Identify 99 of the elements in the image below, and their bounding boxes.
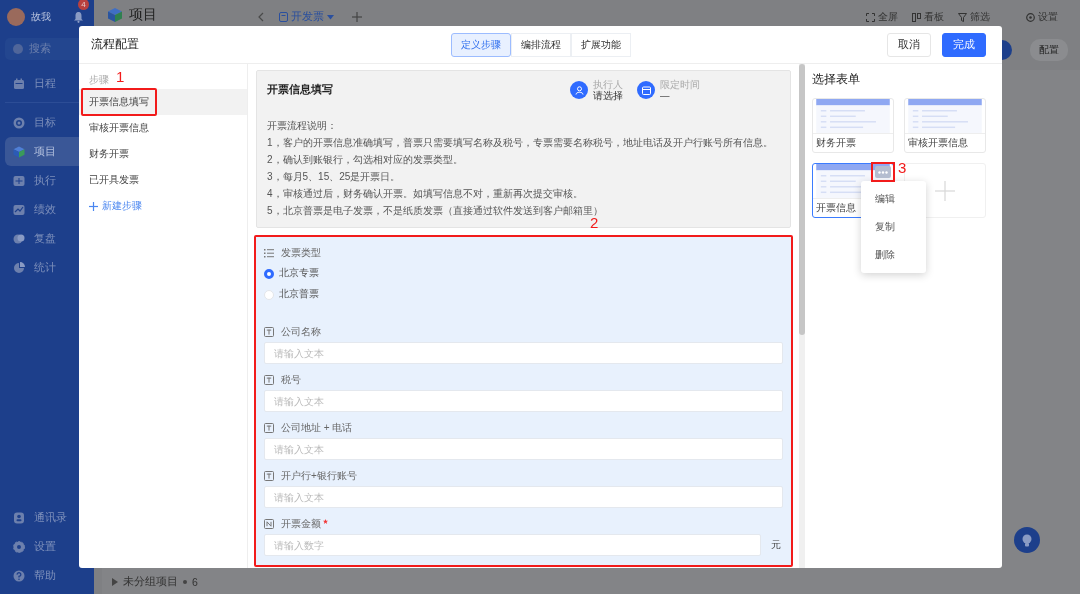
nav-item[interactable]: 日程 bbox=[5, 69, 89, 98]
description-line: 4，审核通过后，财务确认开票。如填写信息不对，重新再次提交审核。 bbox=[267, 187, 584, 201]
lightbulb-icon bbox=[1022, 533, 1032, 547]
nav-item[interactable]: 帮助 bbox=[5, 561, 89, 590]
avatar[interactable] bbox=[7, 8, 25, 26]
caret-icon bbox=[327, 14, 334, 20]
nav-item[interactable]: 设置 bbox=[5, 532, 89, 561]
pie-icon bbox=[13, 261, 25, 274]
tab[interactable]: 编排流程 bbox=[510, 32, 571, 57]
plus-icon bbox=[89, 201, 98, 211]
board-icon bbox=[912, 12, 921, 22]
plus-icon[interactable] bbox=[352, 12, 362, 22]
unit-label: 元 bbox=[771, 538, 782, 552]
person-button[interactable] bbox=[570, 81, 588, 99]
toolbar-button[interactable]: 全屏 bbox=[866, 10, 898, 24]
input-field[interactable]: 请输入文本 bbox=[264, 486, 783, 508]
gear-icon bbox=[13, 540, 25, 553]
nav-item[interactable]: 统计 bbox=[5, 253, 89, 282]
field-label: 公司名称 bbox=[281, 325, 321, 339]
input-field[interactable]: 请输入数字 bbox=[264, 534, 761, 556]
contact-icon bbox=[13, 511, 25, 524]
menu-item[interactable]: 复制 bbox=[861, 213, 926, 241]
description-line: 5，北京普票是电子发票，不是纸质发票（直接通过软件发送到客户邮箱里） bbox=[267, 204, 604, 218]
list-icon bbox=[264, 248, 274, 258]
toolbar-button[interactable]: 筛选 bbox=[958, 10, 990, 24]
config-button[interactable]: 配置 bbox=[1030, 39, 1068, 61]
loop-icon bbox=[13, 232, 25, 245]
annotation-number: 3 bbox=[898, 160, 907, 175]
menu-item[interactable]: 编辑 bbox=[861, 185, 926, 213]
meta-label: 执行人 bbox=[593, 79, 623, 90]
dialog-title: 流程配置 bbox=[90, 36, 139, 53]
bell-icon[interactable] bbox=[73, 11, 84, 23]
field-label: 公司地址 + 电话 bbox=[281, 421, 353, 435]
calendar-icon bbox=[641, 85, 651, 95]
cancel-button[interactable]: 取消 bbox=[887, 32, 931, 57]
radio-option[interactable]: 北京专票 bbox=[264, 263, 783, 284]
toolbar-button[interactable]: 看板 bbox=[912, 10, 944, 24]
input-field[interactable]: 请输入文本 bbox=[264, 390, 783, 412]
description-line: 2，确认到账银行，勾选相对应的发票类型。 bbox=[267, 153, 464, 167]
description-line: 1，客户的开票信息准确填写，普票只需要填写名称及税号，专票需要名称税号，地址电话及开户行账号所有信息。 bbox=[267, 136, 774, 150]
annotation-number: 2 bbox=[590, 215, 599, 230]
separator-dot-icon bbox=[183, 580, 187, 584]
user-name: 故我 bbox=[31, 10, 51, 24]
tab[interactable]: 定义步骤 bbox=[450, 32, 511, 57]
cube-icon bbox=[13, 145, 25, 158]
calendar-button[interactable] bbox=[637, 81, 655, 99]
calendar-icon bbox=[13, 77, 25, 90]
person-icon bbox=[574, 85, 584, 95]
nav-item[interactable]: 通讯录 bbox=[5, 503, 89, 532]
filter-icon bbox=[958, 12, 967, 22]
input-field[interactable]: 请输入文本 bbox=[264, 342, 783, 364]
annotation-number: 1 bbox=[116, 69, 125, 84]
field-label: 税号 bbox=[281, 373, 301, 387]
page-title: 项目 bbox=[129, 6, 157, 22]
search-icon bbox=[13, 44, 23, 54]
text-field-icon bbox=[264, 327, 274, 337]
text-field-icon bbox=[264, 471, 274, 481]
field-label: 发票类型 bbox=[281, 246, 321, 260]
help-icon bbox=[13, 569, 25, 582]
nav-item[interactable]: 复盘 bbox=[5, 224, 89, 253]
menu-item[interactable]: 删除 bbox=[861, 241, 926, 269]
more-icon bbox=[878, 170, 888, 174]
document-icon bbox=[279, 12, 288, 22]
plus-icon bbox=[935, 180, 955, 201]
text-field-icon bbox=[264, 375, 274, 385]
number-field-icon bbox=[264, 519, 274, 529]
field-label: 开户行+银行账号 bbox=[281, 469, 357, 483]
help-button[interactable] bbox=[1014, 527, 1040, 553]
tab[interactable]: 扩展功能 bbox=[570, 32, 631, 57]
input-field[interactable]: 请输入文本 bbox=[264, 438, 783, 460]
form-card[interactable]: 财务开票 bbox=[812, 98, 894, 153]
grid-icon bbox=[13, 174, 25, 187]
field-label: 开票金额 bbox=[281, 517, 321, 531]
done-button[interactable]: 完成 bbox=[942, 32, 986, 57]
section-label: 步骤 bbox=[89, 73, 109, 87]
toolbar-button[interactable]: 设置 bbox=[1026, 10, 1058, 24]
step-title: 开票信息填写 bbox=[267, 83, 333, 97]
target-icon bbox=[13, 116, 25, 129]
chart-icon bbox=[13, 203, 25, 216]
meta-label: 限定时间 bbox=[660, 79, 700, 90]
settings-icon bbox=[1026, 12, 1035, 22]
form-card[interactable]: 审核开票信息 bbox=[904, 98, 986, 153]
scrollbar[interactable] bbox=[799, 64, 805, 568]
meta-value[interactable]: 请选择 bbox=[593, 90, 623, 101]
description-line: 3，每月5、15、25是开票日。 bbox=[267, 170, 402, 184]
text-field-icon bbox=[264, 423, 274, 433]
annotation-frame bbox=[871, 162, 895, 182]
panel-title: 选择表单 bbox=[812, 72, 861, 87]
notification-badge: 4 bbox=[78, 0, 89, 10]
cube-icon bbox=[107, 7, 123, 23]
meta-value[interactable]: — bbox=[660, 90, 700, 101]
expand-icon bbox=[112, 578, 118, 586]
group-label[interactable]: 未分组项目 bbox=[123, 575, 178, 589]
radio-button[interactable] bbox=[264, 268, 274, 279]
group-count: 6 bbox=[192, 576, 198, 588]
fullscreen-icon bbox=[866, 12, 875, 22]
radio-option[interactable]: 北京普票 bbox=[264, 284, 783, 305]
description-line: 开票流程说明： bbox=[267, 119, 338, 133]
collapse-icon[interactable] bbox=[257, 12, 265, 22]
